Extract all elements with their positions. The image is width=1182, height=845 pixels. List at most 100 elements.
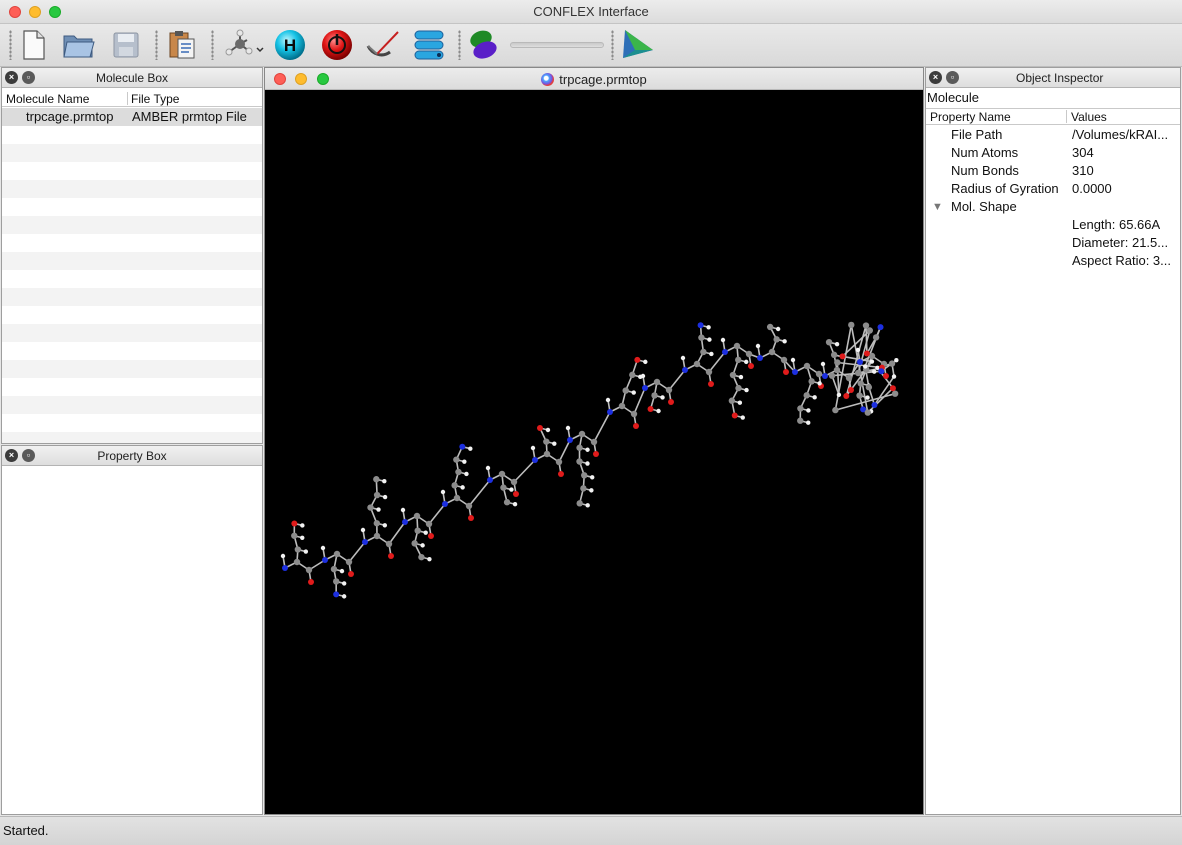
atom-ball[interactable] — [698, 334, 705, 341]
table-row[interactable]: trpcage.prmtop AMBER prmtop File — [2, 108, 262, 126]
panel-restore-button[interactable]: ▫ — [946, 71, 959, 84]
atom-ball[interactable] — [815, 370, 823, 378]
atom-ball[interactable] — [333, 591, 340, 598]
atom-ball[interactable] — [373, 491, 381, 499]
atom-ball[interactable] — [728, 397, 736, 404]
atom-ball[interactable] — [593, 451, 599, 457]
atom-ball[interactable] — [308, 579, 314, 585]
atom-ball[interactable] — [768, 348, 776, 356]
atom-ball[interactable] — [367, 504, 374, 511]
atom-ball[interactable] — [857, 380, 864, 387]
atom-ball[interactable] — [427, 556, 432, 562]
open-file-button[interactable] — [61, 27, 97, 63]
atom-ball[interactable] — [453, 456, 460, 463]
atom-ball[interactable] — [888, 360, 896, 367]
column-separator[interactable] — [1066, 110, 1067, 123]
atom-ball[interactable] — [865, 395, 870, 400]
molecule-3d-canvas[interactable] — [265, 90, 923, 814]
atom-ball[interactable] — [737, 400, 743, 405]
atom-ball[interactable] — [510, 478, 518, 486]
atom-ball[interactable] — [503, 499, 511, 506]
atom-ball[interactable] — [305, 566, 313, 574]
atom-ball[interactable] — [803, 362, 811, 370]
atom-ball[interactable] — [790, 357, 796, 363]
atom-ball[interactable] — [797, 405, 804, 412]
molecule-builder-button[interactable] — [222, 27, 268, 63]
atom-ball[interactable] — [373, 532, 381, 540]
atom-ball[interactable] — [832, 406, 839, 414]
atom-ball[interactable] — [680, 355, 686, 361]
disclosure-triangle-icon[interactable]: ▼ — [932, 201, 943, 213]
atom-ball[interactable] — [455, 468, 462, 476]
atom-ball[interactable] — [700, 348, 707, 356]
atom-ball[interactable] — [647, 406, 654, 413]
atom-ball[interactable] — [629, 371, 636, 379]
atom-ball[interactable] — [414, 527, 421, 534]
atom-ball[interactable] — [848, 387, 854, 393]
property-row-file-path[interactable]: File Path /Volumes/kRAI... — [926, 126, 1180, 144]
atom-ball[interactable] — [385, 540, 393, 548]
atom-ball[interactable] — [590, 438, 598, 446]
atom-ball[interactable] — [854, 369, 862, 377]
atom-ball[interactable] — [532, 457, 538, 463]
atom-ball[interactable] — [744, 387, 749, 393]
atom-ball[interactable] — [640, 373, 646, 379]
property-row-radius-of-gyration[interactable]: Radius of Gyration 0.0000 — [926, 180, 1180, 198]
atom-ball[interactable] — [651, 392, 658, 399]
atom-ball[interactable] — [748, 363, 754, 369]
view-button[interactable] — [619, 27, 655, 63]
atom-ball[interactable] — [543, 438, 550, 445]
atom-ball[interactable] — [891, 390, 899, 397]
column-separator[interactable] — [127, 92, 128, 105]
atom-ball[interactable] — [465, 502, 473, 510]
new-file-button[interactable] — [16, 27, 52, 63]
import-button[interactable] — [164, 27, 200, 63]
atom-ball[interactable] — [833, 366, 841, 374]
atom-ball[interactable] — [460, 485, 465, 490]
atom-ball[interactable] — [735, 384, 742, 392]
atom-ball[interactable] — [668, 399, 674, 405]
atom-ball[interactable] — [585, 461, 590, 466]
atom-ball[interactable] — [869, 359, 875, 364]
atom-ball[interactable] — [388, 553, 394, 559]
atom-ball[interactable] — [808, 378, 815, 385]
atom-ball[interactable] — [817, 381, 822, 386]
atom-ball[interactable] — [822, 373, 828, 379]
atom-ball[interactable] — [780, 356, 788, 364]
atom-ball[interactable] — [828, 372, 836, 379]
atom-ball[interactable] — [339, 568, 345, 574]
atom-ball[interactable] — [376, 507, 381, 512]
atom-ball[interactable] — [757, 355, 763, 361]
atom-ball[interactable] — [451, 482, 458, 489]
atom-ball[interactable] — [462, 459, 467, 464]
atom-ball[interactable] — [865, 384, 873, 391]
atom-ball[interactable] — [738, 374, 744, 380]
atom-ball[interactable] — [706, 325, 711, 330]
database-button[interactable] — [411, 27, 447, 63]
atom-ball[interactable] — [291, 532, 298, 539]
toolbar-slider[interactable] — [510, 42, 604, 48]
atom-ball[interactable] — [400, 507, 406, 513]
atom-ball[interactable] — [722, 349, 728, 355]
atom-ball[interactable] — [565, 425, 571, 431]
atom-ball[interactable] — [631, 390, 636, 395]
atom-ball[interactable] — [707, 337, 712, 342]
property-row-length[interactable]: Length: 65.66A — [926, 216, 1180, 234]
atom-ball[interactable] — [509, 487, 514, 492]
atom-ball[interactable] — [792, 369, 798, 375]
atom-ball[interactable] — [485, 465, 491, 471]
atom-ball[interactable] — [341, 594, 347, 599]
atom-ball[interactable] — [883, 373, 889, 379]
orbital-button[interactable] — [465, 27, 501, 63]
atom-ball[interactable] — [682, 367, 688, 373]
atom-ball[interactable] — [576, 458, 583, 465]
atom-ball[interactable] — [803, 392, 810, 399]
atom-ball[interactable] — [558, 471, 564, 477]
atom-ball[interactable] — [848, 321, 855, 329]
atom-ball[interactable] — [576, 500, 583, 507]
atom-ball[interactable] — [755, 343, 761, 349]
atom-ball[interactable] — [293, 558, 301, 566]
atom-ball[interactable] — [856, 392, 863, 399]
atom-ball[interactable] — [812, 395, 817, 400]
atom-ball[interactable] — [282, 565, 288, 571]
